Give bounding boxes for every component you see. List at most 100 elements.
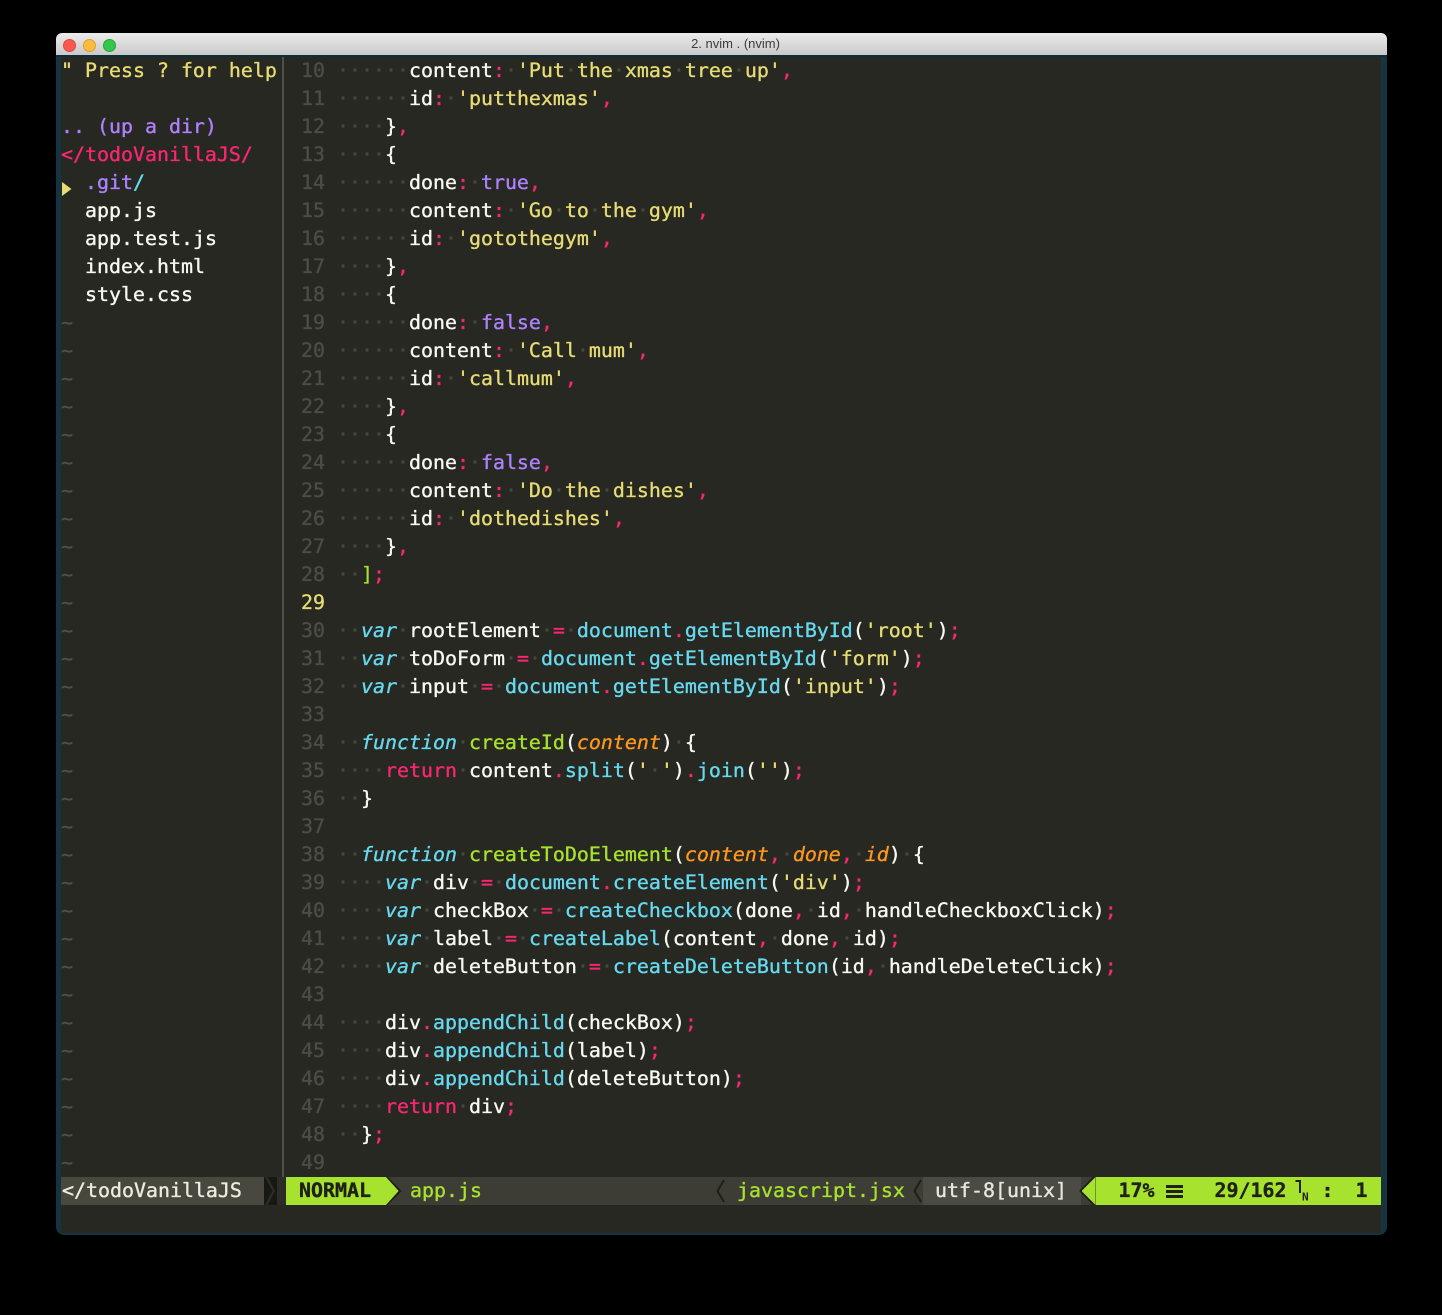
token: div — [385, 1011, 421, 1034]
token: function — [361, 731, 457, 754]
cursor-line-number: 29 — [289, 589, 325, 617]
token: · — [601, 479, 613, 502]
token: · — [457, 759, 469, 782]
token: · — [445, 367, 457, 390]
token: document — [541, 647, 637, 670]
token: · — [553, 199, 565, 222]
tilde-marker: ~ — [61, 451, 73, 474]
code-editor-area[interactable]: 10 ······content:·'Put·the·xmas·tree·up'… — [289, 57, 1381, 1177]
token: ···· — [337, 535, 385, 558]
sidebar-empty-line: ~ — [61, 393, 73, 421]
token: . — [553, 759, 565, 782]
tilde-marker: ~ — [61, 675, 73, 698]
line-number: 47 — [289, 1093, 325, 1121]
sidebar-file-app-js[interactable]: app.js — [61, 197, 157, 225]
token: ; — [889, 675, 901, 698]
code-line-37: 37 — [289, 813, 337, 841]
token: false — [481, 311, 541, 334]
token: · — [577, 955, 589, 978]
sidebar-empty-line: ~ — [61, 841, 73, 869]
vertical-split-separator[interactable] — [277, 57, 289, 1177]
statusline-column: 1 — [1356, 1177, 1368, 1205]
token: · — [841, 927, 853, 950]
line-number: 16 — [289, 225, 325, 253]
line-number: 46 — [289, 1065, 325, 1093]
gutter-gap — [325, 197, 337, 225]
token: ; — [1105, 955, 1117, 978]
gutter-gap — [325, 701, 337, 729]
token: : — [433, 87, 445, 110]
token: } — [361, 787, 373, 810]
token: content — [409, 199, 493, 222]
sidebar-file-style-css[interactable]: style.css — [61, 281, 193, 309]
line-number: 19 — [289, 309, 325, 337]
token: . — [673, 619, 685, 642]
code-line-29: 29 — [289, 589, 337, 617]
zoom-button[interactable] — [103, 39, 116, 52]
tilde-marker: ~ — [61, 759, 73, 782]
sidebar-dir-git[interactable]: ▸.git/ — [61, 169, 145, 197]
close-button[interactable] — [63, 39, 76, 52]
tilde-marker: ~ — [61, 591, 73, 614]
code-line-32: 32 ··var·input·=·document.getElementById… — [289, 673, 901, 701]
token: , — [397, 535, 409, 558]
token: · — [781, 843, 793, 866]
token: · — [493, 871, 505, 894]
token: ···· — [337, 395, 385, 418]
token: createLabel — [529, 927, 661, 950]
gutter-gap — [325, 337, 337, 365]
line-number: 32 — [289, 673, 325, 701]
gutter-gap — [325, 169, 337, 197]
token: done — [745, 899, 793, 922]
token: done — [793, 843, 841, 866]
token: input — [409, 675, 469, 698]
sidebar-up-dir: .. (up a dir) — [61, 113, 217, 141]
token: ······ — [337, 171, 409, 194]
token: ···· — [337, 1095, 385, 1118]
statusline-encoding: utf-8[unix] — [935, 1177, 1067, 1205]
sidebar-file-app-test-js[interactable]: app.test.js — [61, 225, 217, 253]
token: 'callmum' — [457, 367, 565, 390]
tilde-marker: ~ — [61, 1151, 73, 1174]
gutter-gap — [325, 981, 337, 1009]
gutter-gap — [325, 365, 337, 393]
token: the — [565, 479, 601, 502]
sidebar-empty-line: ~ — [61, 449, 73, 477]
token: ······ — [337, 479, 409, 502]
code-line-31: 31 ··var·toDoForm·=·document.getElementB… — [289, 645, 925, 673]
line-number: 36 — [289, 785, 325, 813]
gutter-gap — [325, 869, 337, 897]
line-number: 27 — [289, 533, 325, 561]
titlebar[interactable]: 2. nvim . (nvim) — [56, 33, 1387, 55]
sidebar-file-index-html[interactable]: index.html — [61, 253, 205, 281]
sidebar-empty-line: ~ — [61, 785, 73, 813]
token: / — [133, 171, 145, 194]
token: tree — [685, 59, 733, 82]
tilde-marker: ~ — [61, 899, 73, 922]
line-number: 43 — [289, 981, 325, 1009]
token: appendChild — [433, 1039, 565, 1062]
tilde-marker: ~ — [61, 787, 73, 810]
gutter-gap — [325, 729, 337, 757]
token: · — [553, 479, 565, 502]
gutter-gap — [325, 953, 337, 981]
token: ( — [625, 759, 637, 782]
minimize-button[interactable] — [83, 39, 96, 52]
token: ···· — [337, 283, 385, 306]
token: : — [493, 339, 505, 362]
sidebar-empty-line: ~ — [61, 1037, 73, 1065]
line-number: 23 — [289, 421, 325, 449]
token: appendChild — [433, 1067, 565, 1090]
token: { — [685, 731, 697, 754]
token: , — [829, 927, 841, 950]
token: · — [445, 507, 457, 530]
gutter-gap — [325, 925, 337, 953]
token: 'Call — [517, 339, 577, 362]
token: : — [433, 367, 445, 390]
token: join — [697, 759, 745, 782]
token: id — [409, 227, 433, 250]
nerdtree-sidebar[interactable]: " Press ? for help.. (up a dir)</todoVan… — [61, 57, 277, 1177]
token — [61, 283, 85, 306]
tilde-marker: ~ — [61, 955, 73, 978]
token: · — [421, 955, 433, 978]
